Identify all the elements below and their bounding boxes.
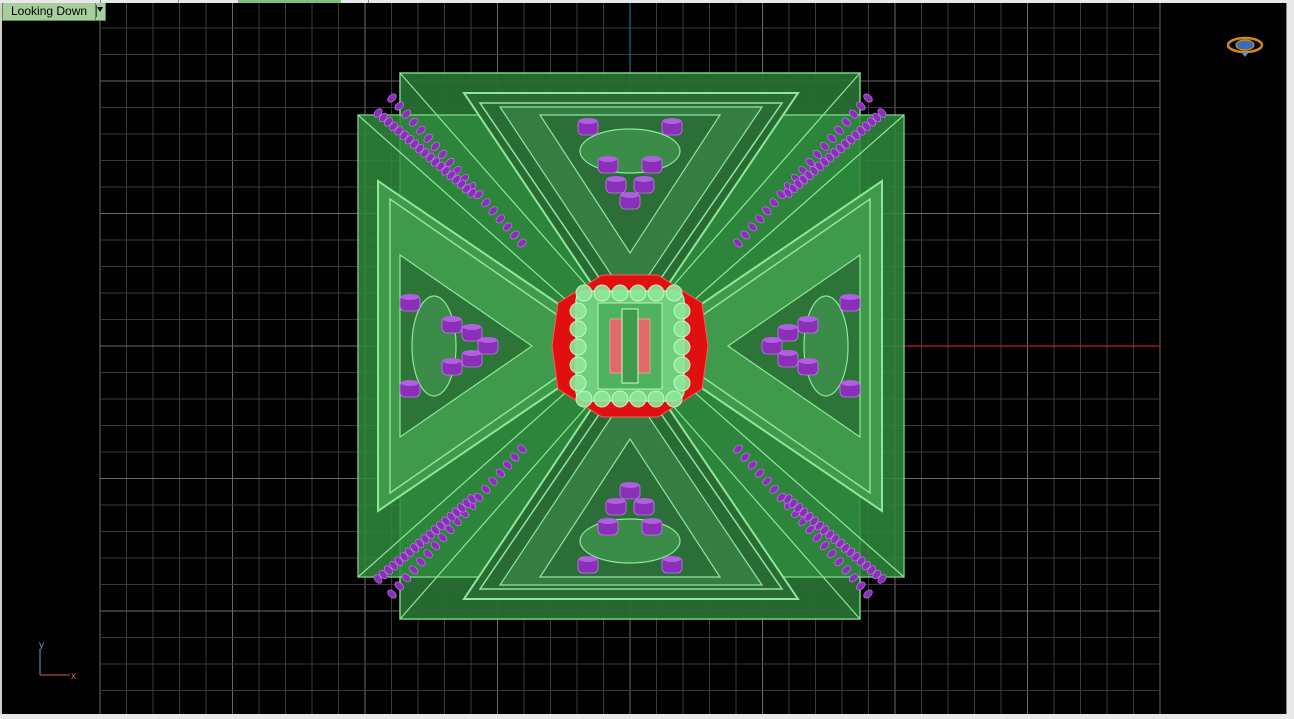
viewport-title-label[interactable]: Looking Down <box>2 3 97 21</box>
axis-triad-x-label: x <box>71 671 76 682</box>
axis-triad-y-label: y <box>39 640 44 651</box>
viewport-frame-bottom <box>0 714 1294 719</box>
chevron-down-icon[interactable] <box>96 3 107 21</box>
viewport-top[interactable]: Looking Down y x <box>2 3 1287 714</box>
viewport-frame-right <box>1287 3 1294 714</box>
globe-navigation-icon[interactable] <box>1224 33 1266 59</box>
viewport-canvas[interactable] <box>2 3 1286 714</box>
viewport-label[interactable]: Looking Down <box>2 3 107 22</box>
model-octahedron-top-view[interactable] <box>357 72 905 620</box>
